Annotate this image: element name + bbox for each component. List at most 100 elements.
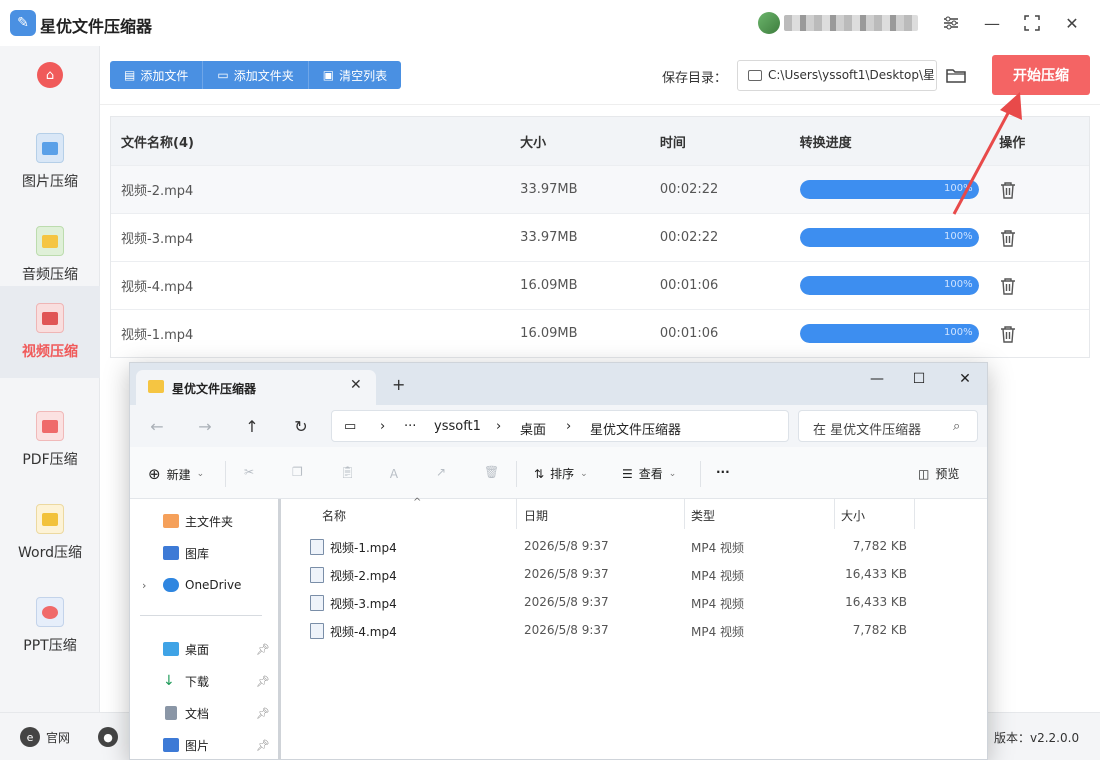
save-dir-label: 保存目录：: [662, 71, 728, 86]
nav-item-desktop[interactable]: 桌面 📌︎: [130, 635, 280, 663]
delete-icon[interactable]: [999, 229, 1017, 247]
file-row[interactable]: 视频-3.mp4 2026/5/8 9:37 MP4 视频 16,433 KB: [288, 589, 987, 617]
sidebar-item-label: 音频压缩: [22, 267, 78, 283]
sidebar-item-word[interactable]: Word压缩: [0, 487, 100, 579]
share-icon[interactable]: ↗: [436, 465, 446, 479]
delete-icon[interactable]: 🗑︎: [484, 465, 499, 479]
refresh-icon[interactable]: ↻: [290, 415, 312, 437]
sidebar-item-image[interactable]: 图片压缩: [0, 116, 100, 208]
table-row[interactable]: 视频-3.mp4 33.97MB 00:02:22 100%: [111, 213, 1089, 261]
chevron-right-icon: ›: [496, 419, 502, 434]
explorer-nav-pane: 主文件夹 图库 › OneDrive 桌面 📌︎ ↓ 下载 📌︎ 文档 📌︎ 图…: [130, 499, 280, 759]
add-file-button[interactable]: ▤ 添加文件: [110, 61, 204, 89]
file-list-header: ^ 名称 日期 类型 大小: [288, 497, 987, 529]
pin-icon: 📌︎: [256, 706, 270, 720]
col-header-size: 大小: [520, 135, 547, 151]
download-icon: ↓: [163, 673, 175, 689]
new-button[interactable]: ⊕ 新建 ⌄: [148, 465, 204, 483]
user-name-blurred: [784, 15, 918, 31]
cloud-icon: [163, 578, 179, 592]
delete-icon[interactable]: [999, 325, 1017, 343]
explorer-maximize-icon[interactable]: ☐: [906, 368, 932, 390]
nav-item-downloads[interactable]: ↓ 下载 📌︎: [130, 667, 280, 695]
folder-icon: [148, 380, 164, 393]
website-icon[interactable]: e: [20, 727, 40, 747]
tab-close-icon[interactable]: ✕: [350, 377, 362, 393]
add-folder-button[interactable]: ▭ 添加文件夹: [203, 61, 309, 89]
pin-icon: 📌︎: [256, 738, 270, 752]
file-button-group: ▤ 添加文件 ▭ 添加文件夹 ▣ 清空列表: [110, 61, 402, 89]
user-avatar[interactable]: [758, 12, 780, 34]
video-file-icon: [310, 595, 324, 611]
progress-bar: 100%: [799, 276, 979, 295]
breadcrumb-item[interactable]: 桌面: [520, 419, 546, 438]
file-row[interactable]: 视频-2.mp4 2026/5/8 9:37 MP4 视频 16,433 KB: [288, 561, 987, 589]
view-button[interactable]: ☰ 查看 ⌄: [622, 465, 676, 482]
breadcrumb-item[interactable]: 星优文件压缩器: [590, 419, 681, 438]
website-link[interactable]: 官网: [46, 729, 70, 746]
more-icon[interactable]: ···: [404, 419, 416, 434]
rename-icon[interactable]: Ａ: [388, 465, 400, 482]
breadcrumb-item[interactable]: yssoft1: [434, 419, 481, 434]
start-compress-button[interactable]: 开始压缩: [992, 55, 1090, 95]
chevron-right-icon: ›: [380, 419, 386, 434]
sidebar-item-label: Word压缩: [18, 545, 82, 561]
close-icon[interactable]: ✕: [1061, 12, 1083, 34]
video-file-icon: [310, 567, 324, 583]
explorer-tab[interactable]: 星优文件压缩器 ✕: [136, 370, 376, 405]
file-icon: ▤: [124, 68, 136, 82]
sidebar-item-label: PDF压缩: [22, 452, 78, 468]
file-row[interactable]: 视频-1.mp4 2026/5/8 9:37 MP4 视频 7,782 KB: [288, 533, 987, 561]
sidebar-item-video[interactable]: 视频压缩: [0, 286, 100, 378]
pane-splitter[interactable]: [278, 499, 281, 759]
save-dir-input[interactable]: C:\Users\yssoft1\Desktop\星: [737, 60, 937, 91]
plus-icon: ⊕: [148, 465, 161, 483]
nav-item-home[interactable]: 主文件夹: [130, 507, 280, 535]
clear-list-button[interactable]: ▣ 清空列表: [309, 61, 401, 89]
app-title: 星优文件压缩器: [40, 17, 153, 36]
sort-button[interactable]: ⇅ 排序 ⌄: [534, 465, 588, 482]
col-header-name[interactable]: 名称: [322, 507, 346, 524]
preview-button[interactable]: ◫ 预览: [918, 465, 959, 482]
browse-folder-icon[interactable]: [945, 64, 967, 86]
chevron-down-icon: ⌄: [668, 468, 677, 479]
search-input[interactable]: 在 星优文件压缩器 ⌕: [798, 410, 978, 442]
maximize-icon[interactable]: [1021, 12, 1043, 34]
sidebar-item-label: PPT压缩: [23, 638, 77, 654]
sidebar-item-pdf[interactable]: PDF压缩: [0, 394, 100, 486]
col-header-type[interactable]: 类型: [691, 507, 715, 524]
nav-item-documents[interactable]: 文档 📌︎: [130, 699, 280, 727]
settings-icon[interactable]: [940, 12, 962, 34]
delete-icon[interactable]: [999, 277, 1017, 295]
explorer-file-list: ^ 名称 日期 类型 大小 视频-1.mp4 2026/5/8 9:37 MP4…: [288, 497, 987, 759]
nav-item-pictures[interactable]: 图片 📌︎: [130, 731, 280, 759]
minimize-icon[interactable]: —: [981, 12, 1003, 34]
nav-item-onedrive[interactable]: › OneDrive: [130, 571, 280, 599]
more-options-icon[interactable]: ···: [716, 465, 730, 479]
explorer-close-icon[interactable]: ✕: [952, 368, 978, 390]
forward-icon[interactable]: →: [194, 415, 216, 437]
nav-item-gallery[interactable]: 图库: [130, 539, 280, 567]
col-header-date[interactable]: 日期: [524, 507, 548, 524]
up-icon[interactable]: ↑: [241, 415, 263, 437]
cut-icon[interactable]: ✂: [244, 465, 254, 479]
chevron-right-icon[interactable]: ›: [142, 579, 146, 592]
folder-icon: ▭: [217, 68, 229, 82]
explorer-minimize-icon[interactable]: —: [864, 368, 890, 390]
back-icon[interactable]: ←: [146, 415, 168, 437]
copy-icon[interactable]: ❐: [292, 465, 303, 479]
table-row[interactable]: 视频-4.mp4 16.09MB 00:01:06 100%: [111, 261, 1089, 309]
file-row[interactable]: 视频-4.mp4 2026/5/8 9:37 MP4 视频 7,782 KB: [288, 617, 987, 645]
col-header-size[interactable]: 大小: [841, 507, 865, 524]
file-explorer-window: 星优文件压缩器 ✕ + — ☐ ✕ ← → ↑ ↻ ▭ › ··· yssoft…: [129, 362, 988, 760]
chevron-right-icon: ›: [566, 419, 572, 434]
new-tab-icon[interactable]: +: [392, 375, 405, 394]
address-bar[interactable]: ▭ › ··· yssoft1 › 桌面 › 星优文件压缩器: [331, 410, 789, 442]
table-row[interactable]: 视频-1.mp4 16.09MB 00:01:06 100%: [111, 309, 1089, 357]
paste-icon[interactable]: 📋︎: [340, 465, 355, 479]
word-compress-icon: [36, 504, 64, 534]
sidebar-item-ppt[interactable]: PPT压缩: [0, 580, 100, 672]
chat-icon[interactable]: ●: [98, 727, 118, 747]
path-folder-icon: [748, 70, 762, 81]
home-icon[interactable]: ⌂: [37, 62, 63, 88]
